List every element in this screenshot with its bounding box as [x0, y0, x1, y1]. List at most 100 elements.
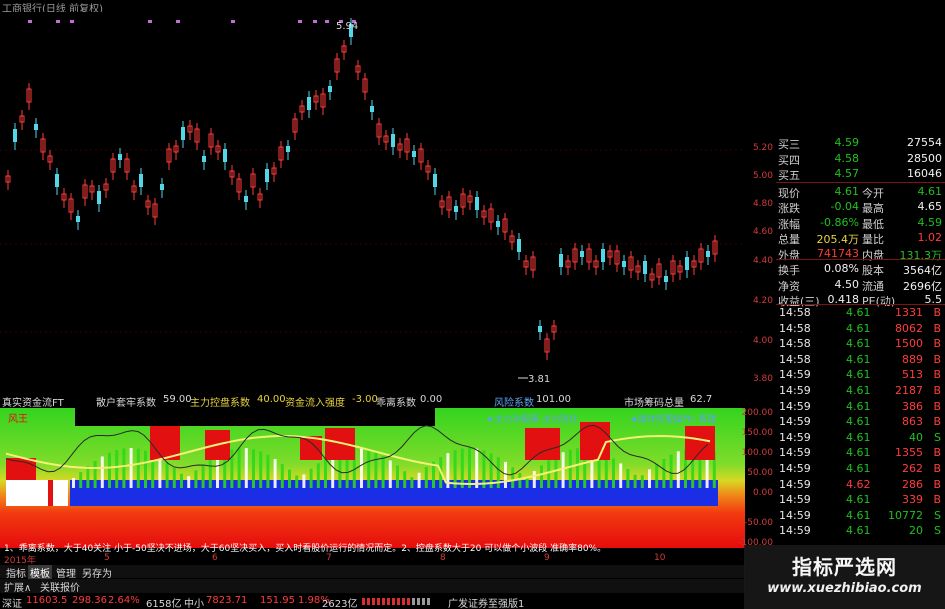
bid-volume: 16046 [907, 167, 942, 180]
tick-row[interactable]: 14:59 4.61 262 B [776, 462, 945, 478]
indicator-legend-right: ★操作控股操作! 筹建 [630, 413, 717, 425]
candle-body [244, 196, 248, 202]
candle-body [475, 197, 479, 210]
tab-indicator[interactable]: 指标 [4, 565, 28, 580]
broker-name: 广发证券至强版1 [448, 599, 525, 609]
quote-divider-1 [776, 182, 945, 183]
tick-row[interactable]: 14:59 4.62 286 B [776, 478, 945, 494]
main-candlestick-chart[interactable]: 5.94 3.81 [0, 12, 745, 392]
strength-cell [372, 598, 375, 605]
stat-value: 4.59 [917, 215, 943, 229]
watermark: 指标严选网 www.xuezhibiao.com [744, 545, 945, 609]
candle-body [622, 261, 626, 267]
x-month-9: 9 [544, 553, 550, 563]
indicator-bar [424, 467, 428, 488]
tick-price: 4.61 [846, 321, 871, 335]
signal-marker [56, 20, 60, 23]
candle-body [517, 239, 521, 252]
index1-value: 11603.5 [26, 595, 68, 606]
indicator-bar [468, 448, 471, 488]
strength-cell [387, 598, 390, 605]
tick-row[interactable]: 14:59 4.61 863 B [776, 415, 945, 431]
x-month-8: 8 [440, 553, 446, 563]
candle-body [76, 216, 80, 222]
param-value-1: 40.00 [257, 394, 286, 405]
signal-marker [70, 20, 74, 23]
x-month-6: 6 [212, 553, 218, 563]
candle-body [34, 124, 38, 130]
bid-label: 买三 [778, 138, 800, 151]
candle-body [643, 261, 647, 274]
tick-price: 4.61 [846, 415, 871, 429]
stat-value: -0.86% [820, 215, 859, 229]
indicator-bar [547, 460, 551, 488]
indicator-bar [669, 454, 673, 488]
related-quote-button[interactable]: 关联报价 [40, 579, 80, 594]
tab-save-as[interactable]: 另存为 [80, 565, 114, 580]
tick-time: 14:59 [779, 368, 811, 382]
indicator-bar [115, 450, 119, 488]
indicator-name[interactable]: 真实资金流FT [2, 394, 64, 409]
indicator-bar [374, 452, 378, 488]
tick-direction: S [934, 508, 941, 522]
indicator-bar [662, 458, 666, 488]
signal-marker [313, 20, 317, 23]
indicator-bar [626, 468, 630, 488]
tick-row[interactable]: 14:59 4.61 513 B [776, 368, 945, 384]
tick-row[interactable]: 14:58 4.61 8062 B [776, 322, 945, 338]
bid-row[interactable]: 买四 4.58 28500 [776, 152, 945, 168]
candle-body [391, 134, 395, 147]
strength-cell [402, 598, 405, 605]
indicator-bar [201, 464, 205, 488]
indicator-red-block [325, 428, 355, 460]
tick-row[interactable]: 14:58 4.61 1500 B [776, 337, 945, 353]
bid-row[interactable]: 买五 4.57 16046 [776, 167, 945, 183]
indicator-bar [273, 459, 277, 488]
stat-label: 总量 [778, 233, 800, 246]
indicator-bar [475, 448, 479, 488]
x-month-10: 10 [654, 553, 666, 563]
indicator-axis-label: -50.00 [743, 518, 773, 528]
tick-row[interactable]: 14:59 4.61 10772 S [776, 509, 945, 525]
tick-row[interactable]: 14:58 4.61 889 B [776, 353, 945, 369]
quote-panel: 买三 4.59 27554 买四 4.58 28500 买五 4.57 16046 现价 4.61 今… [776, 136, 945, 309]
index1-change: 298.36 [72, 595, 107, 606]
index1-label[interactable]: 深证 [2, 595, 22, 609]
expand-button[interactable]: 扩展∧ [4, 579, 31, 594]
bid-row[interactable]: 买三 4.59 27554 [776, 136, 945, 152]
tick-volume: 339 [902, 493, 923, 507]
tick-volume: 8062 [895, 321, 923, 335]
indicator-bar [410, 477, 414, 488]
tick-row[interactable]: 14:59 4.61 20 S [776, 524, 945, 540]
stat-value: 3564亿 [903, 264, 942, 277]
signal-marker [148, 20, 152, 23]
candle-body [496, 221, 500, 227]
strength-cell [412, 598, 415, 605]
param-label-3: 乖离系数 [376, 398, 416, 409]
tick-row[interactable]: 14:59 4.61 339 B [776, 493, 945, 509]
tick-row[interactable]: 14:59 4.61 2187 B [776, 384, 945, 400]
indicator-panel[interactable]: 风王 ★主力功吸筹 主力洗仓 ★操作控股操作! 筹建 [0, 408, 745, 548]
param-label-5: 市场筹码总量 [624, 398, 684, 409]
index2-label[interactable]: 中小 [184, 595, 204, 609]
price-axis-label: 4.60 [752, 227, 773, 237]
indicator-bar [86, 466, 90, 488]
quote-stat-row: 总量 205.4万 量比 1.02 [776, 231, 945, 247]
candle-body [307, 97, 311, 110]
indicator-bar [633, 474, 637, 488]
indicator-bar [417, 472, 421, 488]
tick-row[interactable]: 14:59 4.61 40 S [776, 431, 945, 447]
tick-row[interactable]: 14:59 4.61 1355 B [776, 446, 945, 462]
indicator-bar [568, 449, 572, 488]
tab-manage[interactable]: 管理 [54, 565, 78, 580]
tab-template[interactable]: 模板 [28, 565, 52, 580]
tick-time: 14:59 [779, 430, 811, 444]
tick-list[interactable]: 14:58 4.61 1331 B 14:58 4.61 8062 B 14:58 4.61 150… [776, 306, 945, 540]
tick-row[interactable]: 14:59 4.61 386 B [776, 400, 945, 416]
stat-label: 外盘 [778, 248, 800, 262]
index2-amount: 2623亿 [322, 599, 358, 609]
price-axis-label: 3.80 [752, 374, 773, 384]
tick-direction: B [933, 368, 941, 382]
param-label-0: 散户套牢系数 [96, 398, 156, 409]
tick-row[interactable]: 14:58 4.61 1331 B [776, 306, 945, 322]
